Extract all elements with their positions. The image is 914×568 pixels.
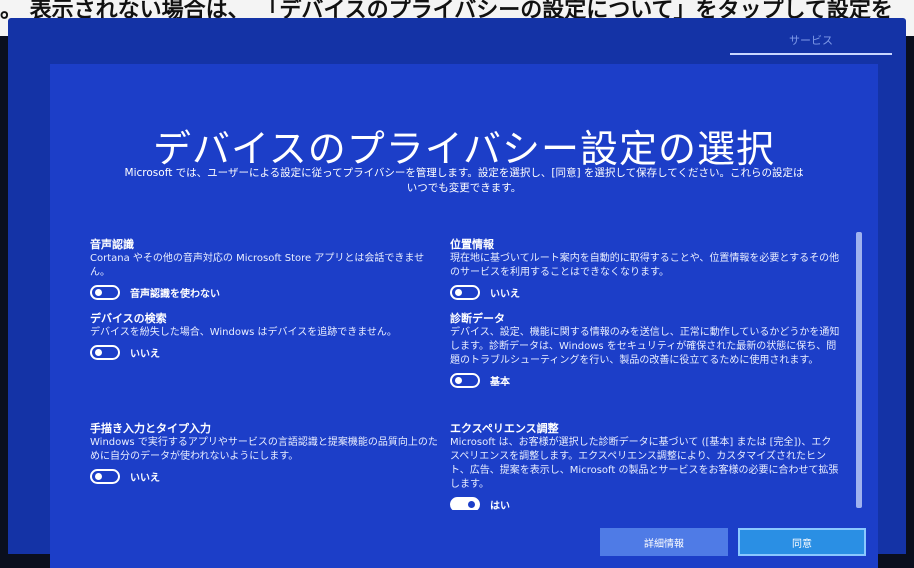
find-my-device-toggle[interactable] [90,345,120,360]
toggle-knob [468,501,475,508]
settings-scrollbar[interactable] [856,232,862,508]
setting-tailored-experiences: エクスペリエンス調整 Microsoft は、お客様が選択した診断データに基づい… [450,422,840,512]
toggle-label: いいえ [490,289,520,300]
setting-diagnostic-data: 診断データ デバイス、設定、機能に関する情報のみを送信し、正常に動作しているかど… [450,312,840,388]
setting-heading: 音声認識 [90,238,134,251]
toggle-knob [95,349,102,356]
scroll-clip-edge [450,510,840,520]
toggle-label: 基本 [490,377,510,388]
setting-description: デバイス、設定、機能に関する情報のみを送信し、正常に動作しているかどうかを通知し… [450,327,840,366]
toggle-knob [95,289,102,296]
toggle-label: いいえ [130,473,160,484]
toggle-knob [95,473,102,480]
setting-heading: 手描き入力とタイプ入力 [90,422,211,435]
setting-heading: エクスペリエンス調整 [450,422,559,435]
privacy-panel: デバイスのプライバシー設定の選択 Microsoft では、ユーザーによる設定に… [50,64,878,568]
setting-speech-recognition: 音声認識 Cortana やその他の音声対応の Microsoft Store … [90,238,440,300]
page-title: デバイスのプライバシー設定の選択 [152,127,776,171]
setting-location: 位置情報 現在地に基づいてルート案内を自動的に取得することや、位置情報を必要とす… [450,238,840,300]
inking-typing-toggle[interactable] [90,469,120,484]
setting-heading: デバイスの検索 [90,312,167,325]
setting-description: 現在地に基づいてルート案内を自動的に取得することや、位置情報を必要とするその他の… [450,253,840,278]
oobe-screen: サービス デバイスのプライバシー設定の選択 Microsoft では、ユーザーに… [8,18,906,568]
agree-button[interactable]: 同意 [738,528,866,556]
toggle-knob [455,289,462,296]
details-button[interactable]: 詳細情報 [600,528,728,556]
top-tab-underline [730,53,892,55]
setting-inking-typing: 手描き入力とタイプ入力 Windows で実行するアプリやサービスの言語認識と提… [90,422,440,484]
setting-description: Cortana やその他の音声対応の Microsoft Store アプリとは… [90,253,425,278]
setting-description: デバイスを紛失した場合、Windows はデバイスを追跡できません。 [90,327,397,338]
page-subtitle: Microsoft では、ユーザーによる設定に従ってプライバシーを管理します。設… [124,167,804,194]
setting-description: Windows で実行するアプリやサービスの言語認識と提案機能の品質向上のために… [90,437,438,462]
location-toggle[interactable] [450,285,480,300]
top-tab-services[interactable]: サービス [730,32,892,48]
speech-recognition-toggle[interactable] [90,285,120,300]
toggle-knob [455,377,462,384]
toggle-label: いいえ [130,349,160,360]
diagnostic-data-toggle[interactable] [450,373,480,388]
toggle-label: 音声認識を使わない [130,289,220,300]
setting-heading: 位置情報 [450,238,494,251]
setting-description: Microsoft は、お客様が選択した診断データに基づいて ([基本] または… [450,437,839,490]
setting-heading: 診断データ [450,312,505,325]
setting-find-my-device: デバイスの検索 デバイスを紛失した場合、Windows はデバイスを追跡できませ… [90,312,440,360]
